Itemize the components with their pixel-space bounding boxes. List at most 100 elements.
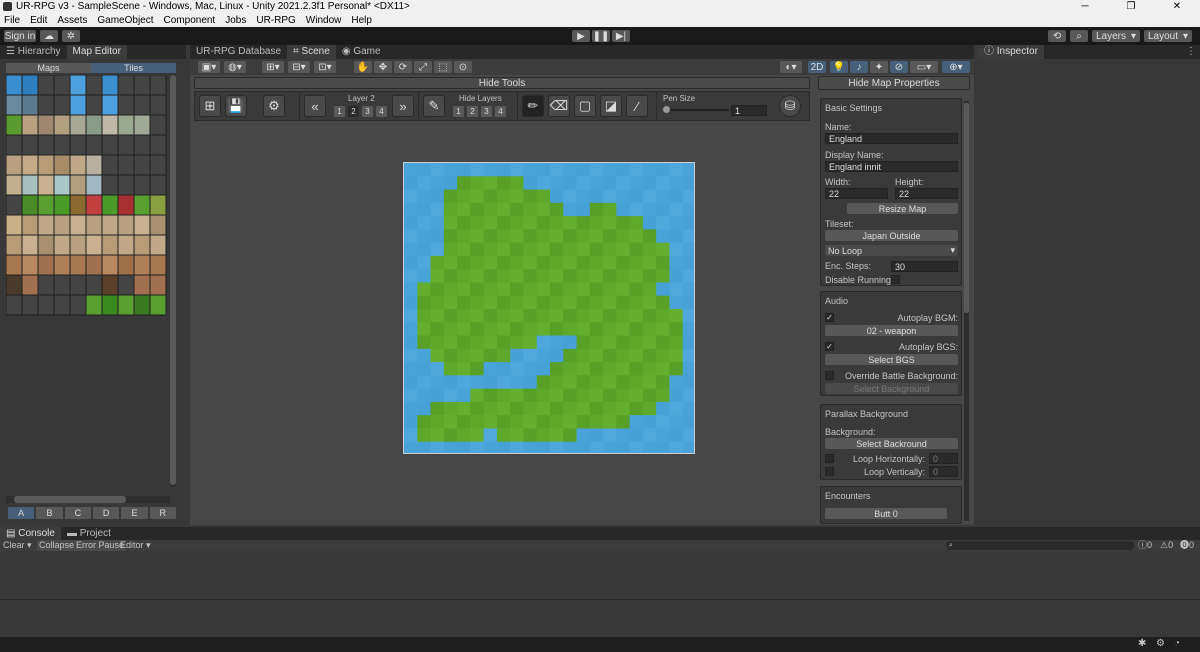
grass-tile[interactable] bbox=[430, 269, 445, 283]
water-tile[interactable] bbox=[496, 362, 511, 376]
grass-tile[interactable] bbox=[496, 428, 511, 443]
tile-palette[interactable] bbox=[6, 75, 167, 316]
grass-tile[interactable] bbox=[616, 255, 631, 270]
grass-tile[interactable] bbox=[563, 269, 578, 283]
database-icon[interactable]: ⛁ bbox=[779, 95, 801, 117]
grass-tile[interactable] bbox=[616, 295, 631, 310]
grass-tile[interactable] bbox=[576, 282, 591, 297]
layer-button-4[interactable]: 4 bbox=[376, 106, 387, 117]
grass-tile[interactable] bbox=[550, 415, 564, 429]
width-input[interactable]: 22 bbox=[825, 188, 888, 199]
water-tile[interactable] bbox=[417, 229, 432, 244]
water-tile[interactable] bbox=[496, 441, 511, 454]
grass-tile[interactable] bbox=[496, 348, 511, 363]
grass-tile[interactable] bbox=[457, 282, 471, 297]
grass-tile[interactable] bbox=[642, 401, 657, 416]
grass-tile[interactable] bbox=[629, 322, 644, 337]
water-tile[interactable] bbox=[616, 189, 631, 204]
grass-tile[interactable] bbox=[536, 295, 551, 310]
water-tile[interactable] bbox=[536, 163, 551, 177]
water-tile[interactable] bbox=[629, 189, 644, 204]
water-tile[interactable] bbox=[404, 229, 418, 244]
grass-tile[interactable] bbox=[603, 362, 617, 376]
sign-in-button[interactable]: Sign in bbox=[4, 30, 36, 42]
palette-vertical-scrollbar[interactable] bbox=[170, 75, 176, 487]
water-tile[interactable] bbox=[576, 202, 591, 217]
grass-tile[interactable] bbox=[550, 269, 564, 283]
grass-tile[interactable] bbox=[496, 401, 511, 416]
grass-tile[interactable] bbox=[629, 255, 644, 270]
tile-cell[interactable] bbox=[149, 274, 167, 296]
water-tile[interactable] bbox=[682, 216, 695, 230]
tile-cell[interactable] bbox=[101, 174, 119, 196]
tile-cell[interactable] bbox=[101, 294, 119, 316]
grass-tile[interactable] bbox=[457, 295, 471, 310]
grass-tile[interactable] bbox=[536, 216, 551, 230]
tile-cell[interactable] bbox=[53, 154, 71, 176]
grass-tile[interactable] bbox=[629, 269, 644, 283]
water-tile[interactable] bbox=[550, 189, 564, 204]
tile-cell[interactable] bbox=[37, 194, 55, 216]
autoplay-bgm-checkbox[interactable]: ✓ bbox=[825, 313, 834, 322]
eyedropper-icon[interactable]: ⁄ bbox=[626, 95, 648, 117]
tile-cell[interactable] bbox=[101, 254, 119, 276]
tile-cell[interactable] bbox=[149, 75, 167, 96]
water-tile[interactable] bbox=[443, 375, 458, 390]
tile-cell[interactable] bbox=[6, 274, 23, 296]
fill-bucket-icon[interactable]: ◪ bbox=[600, 95, 622, 117]
water-tile[interactable] bbox=[642, 415, 657, 429]
grass-tile[interactable] bbox=[576, 322, 591, 337]
tile-cell[interactable] bbox=[117, 114, 135, 136]
grass-tile[interactable] bbox=[510, 388, 524, 403]
hide-layer-button-2[interactable]: 2 bbox=[467, 106, 478, 117]
tile-cell[interactable] bbox=[85, 214, 103, 236]
tile-cell[interactable] bbox=[6, 214, 23, 236]
grass-tile[interactable] bbox=[483, 401, 498, 416]
grass-tile[interactable] bbox=[536, 282, 551, 297]
water-tile[interactable] bbox=[523, 163, 538, 177]
tile-cell[interactable] bbox=[85, 194, 103, 216]
grass-tile[interactable] bbox=[563, 255, 578, 270]
collapse-button[interactable]: Collapse bbox=[37, 540, 77, 551]
tile-cell[interactable] bbox=[133, 234, 151, 256]
grass-tile[interactable] bbox=[616, 375, 631, 390]
tile-cell[interactable] bbox=[101, 154, 119, 176]
tile-cell[interactable] bbox=[6, 154, 23, 176]
select-parallax-button[interactable]: Select Backround bbox=[825, 438, 958, 449]
tile-cell[interactable] bbox=[133, 94, 151, 116]
water-tile[interactable] bbox=[483, 163, 498, 177]
grass-tile[interactable] bbox=[510, 295, 524, 310]
grass-tile[interactable] bbox=[523, 335, 538, 350]
grass-tile[interactable] bbox=[642, 282, 657, 297]
grass-tile[interactable] bbox=[642, 229, 657, 244]
grass-tile[interactable] bbox=[589, 388, 604, 403]
water-tile[interactable] bbox=[669, 441, 684, 454]
tile-cell[interactable] bbox=[21, 254, 39, 276]
water-tile[interactable] bbox=[576, 428, 591, 443]
tile-cell[interactable] bbox=[53, 234, 71, 256]
water-tile[interactable] bbox=[589, 176, 604, 191]
pause-button[interactable]: ❚❚ bbox=[592, 30, 610, 42]
grass-tile[interactable] bbox=[550, 375, 564, 390]
tile-cell[interactable] bbox=[21, 114, 39, 136]
water-tile[interactable] bbox=[443, 388, 458, 403]
grass-tile[interactable] bbox=[430, 348, 445, 363]
clear-button[interactable]: Clear ▾ bbox=[3, 540, 32, 551]
loop-vertically-input[interactable]: 0 bbox=[929, 466, 958, 477]
tile-cell[interactable] bbox=[53, 174, 71, 196]
water-tile[interactable] bbox=[457, 441, 471, 454]
grass-tile[interactable] bbox=[629, 242, 644, 257]
camera-icon[interactable]: ▭▾ bbox=[910, 61, 938, 73]
grass-tile[interactable] bbox=[563, 309, 578, 323]
grass-tile[interactable] bbox=[443, 216, 458, 230]
grass-tile[interactable] bbox=[483, 176, 498, 191]
grass-tile[interactable] bbox=[603, 415, 617, 429]
grass-tile[interactable] bbox=[563, 282, 578, 297]
grass-tile[interactable] bbox=[616, 388, 631, 403]
tile-cell[interactable] bbox=[101, 134, 119, 156]
grass-tile[interactable] bbox=[629, 335, 644, 350]
tileset-tab-a[interactable]: A bbox=[8, 507, 35, 519]
hide-layer-button-3[interactable]: 3 bbox=[481, 106, 492, 117]
grass-tile[interactable] bbox=[483, 415, 498, 429]
grass-tile[interactable] bbox=[430, 282, 445, 297]
